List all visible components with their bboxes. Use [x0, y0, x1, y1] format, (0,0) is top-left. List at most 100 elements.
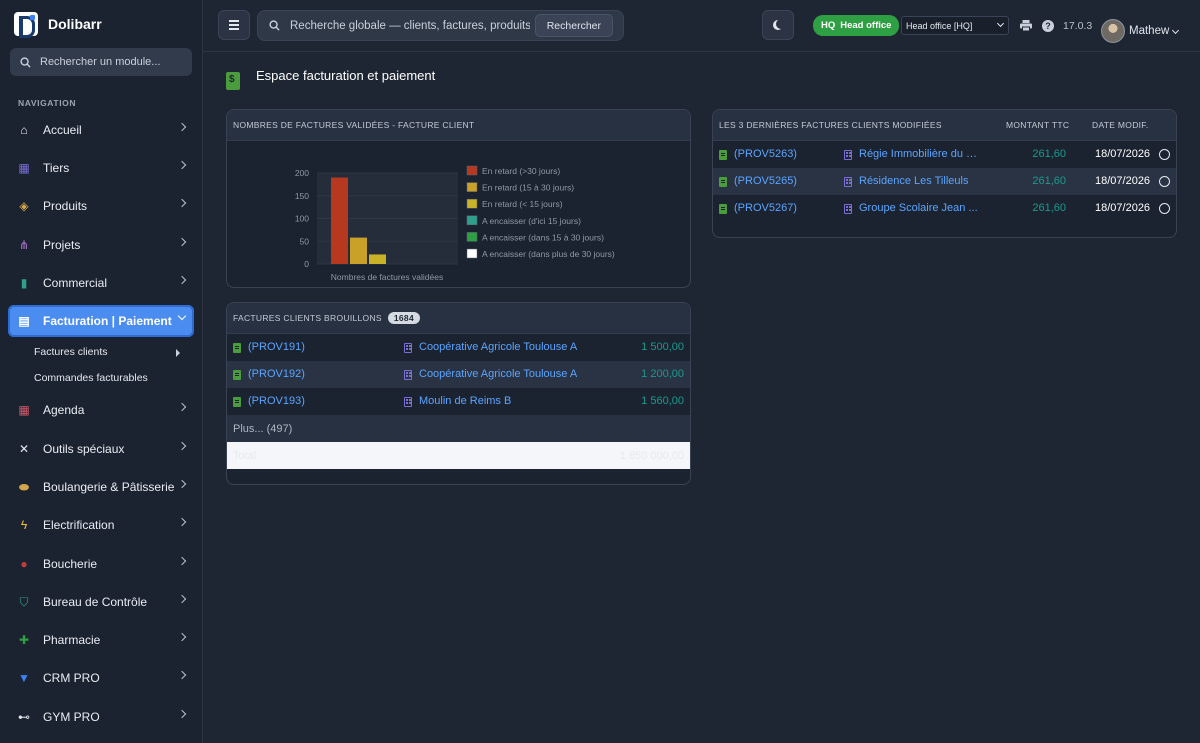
legend-label: A encaisser (dans 15 à 30 jours)	[482, 232, 604, 242]
company-link[interactable]: Régie Immobilière du P...	[859, 148, 981, 160]
legend-label: A encaisser (d'ici 15 jours)	[482, 216, 581, 226]
company-icon	[844, 177, 852, 187]
y-tick-label: 150	[295, 191, 309, 201]
chevron-right-icon	[177, 402, 187, 412]
sidebar-item-bureau-de-contr-le[interactable]: ⛉ Bureau de Contrôle	[8, 586, 194, 618]
more-drafts-link[interactable]: Plus... (497)	[227, 415, 690, 442]
menu-toggle-button[interactable]	[218, 10, 250, 40]
draft-invoices-box: FACTURES CLIENTS BROUILLONS 1684 (PROV19…	[226, 302, 691, 485]
invoice-icon	[233, 343, 241, 353]
table-row: (PROV5263) Régie Immobilière du P... 261,6…	[713, 141, 1176, 168]
invoice-ref-link[interactable]: (PROV5263)	[734, 148, 797, 160]
company-icon	[404, 370, 412, 380]
last-invoices-title: LES 3 DERNIÈRES FACTURES CLIENTS MODIFIÉ…	[719, 120, 942, 130]
sidebar-item-electrification[interactable]: ϟ Electrification	[8, 509, 194, 541]
sidebar-item-outils-sp-ciaux[interactable]: ✕ Outils spéciaux	[8, 433, 194, 465]
module-search-input[interactable]	[40, 56, 180, 68]
shield-icon: ⛉	[19, 594, 29, 609]
user-menu-chevron-icon[interactable]	[1171, 26, 1180, 35]
amount-value: 261,60	[1032, 148, 1066, 160]
entity-select-value: Head office [HQ]	[906, 20, 973, 31]
invoice-ref-link[interactable]: (PROV5265)	[734, 175, 797, 187]
dumbbell-icon: ⊷	[18, 710, 30, 724]
date-value: 18/07/2026	[1095, 175, 1151, 187]
entity-badge[interactable]: HQ Head office	[813, 15, 900, 36]
sidebar-item-commercial[interactable]: ▮ Commercial	[8, 267, 194, 299]
sidebar-item-agenda[interactable]: ▦ Agenda	[8, 394, 194, 426]
company-link[interactable]: Coopérative Agricole Toulouse A	[419, 368, 577, 380]
amount-value: 1 500,00	[641, 341, 684, 353]
legend-swatch	[466, 215, 478, 226]
sidebar-item-label: Accueil	[43, 123, 82, 137]
global-search[interactable]: Rechercher	[257, 10, 624, 41]
total-amount: 1 850 000,00	[619, 449, 684, 462]
draft-invoices-header: FACTURES CLIENTS BROUILLONS 1684	[227, 303, 690, 334]
status-draft-icon	[1159, 203, 1170, 214]
sidebar-item-pharmacie[interactable]: ✚ Pharmacie	[8, 624, 194, 656]
company-link[interactable]: Résidence Les Tilleuls	[859, 175, 981, 187]
invoice-ref-link[interactable]: (PROV193)	[248, 395, 305, 407]
invoice-ref-link[interactable]: (PROV192)	[248, 368, 305, 380]
invoice-icon	[719, 177, 727, 187]
sidebar-item-label: Boulangerie & Pâtisserie	[43, 480, 175, 494]
global-search-button[interactable]: Rechercher	[534, 14, 613, 37]
bolt-icon: ϟ	[20, 518, 28, 532]
y-tick-label: 200	[295, 168, 309, 178]
sub-item-factures-clients[interactable]: Factures clients	[34, 346, 108, 358]
app-version: 17.0.3	[1063, 20, 1093, 32]
company-link[interactable]: Coopérative Agricole Toulouse A	[419, 341, 577, 353]
total-row: Total 1 850 000,00	[227, 442, 690, 469]
sidebar-item-produits[interactable]: ◈ Produits	[8, 190, 194, 222]
chevron-right-icon	[177, 517, 187, 527]
user-name[interactable]: Mathew	[1129, 25, 1169, 37]
help-icon[interactable]: ?	[1042, 20, 1054, 32]
search-icon	[269, 20, 280, 31]
invoice-icon	[226, 72, 240, 90]
sidebar-item-tiers[interactable]: ▦ Tiers	[8, 152, 194, 184]
invoice-icon	[233, 370, 241, 380]
building-icon: ▦	[18, 161, 30, 175]
company-link[interactable]: Groupe Scolaire Jean ...	[859, 202, 981, 214]
avatar[interactable]	[1101, 19, 1125, 43]
company-link[interactable]: Moulin de Reims B	[419, 395, 511, 407]
amount-value: 261,60	[1032, 175, 1066, 187]
sidebar-item-crm-pro[interactable]: ▼ CRM PRO	[8, 662, 194, 694]
sidebar-item-boucherie[interactable]: ● Boucherie	[8, 548, 194, 580]
app-logo[interactable]: Dolibarr	[14, 12, 102, 38]
draft-count-badge: 1684	[387, 312, 420, 324]
dark-mode-toggle-moon-icon[interactable]	[762, 10, 794, 40]
sub-item-commandes-facturables[interactable]: Commandes facturables	[34, 372, 148, 384]
sidebar-item-label: Projets	[43, 238, 81, 252]
invoice-ref-link[interactable]: (PROV5267)	[734, 202, 797, 214]
home-icon: ⌂	[20, 123, 28, 137]
y-tick-label: 50	[300, 236, 310, 246]
invoice-icon: ▤	[18, 314, 30, 328]
sidebar-item-label: Tiers	[43, 161, 70, 175]
sidebar-item-label: Produits	[43, 199, 88, 213]
global-search-input[interactable]	[290, 19, 530, 32]
sidebar-item-label: Facturation | Paiement	[43, 314, 172, 328]
last-invoices-header: LES 3 DERNIÈRES FACTURES CLIENTS MODIFIÉ…	[713, 110, 1176, 141]
company-icon	[844, 150, 852, 160]
sidebar-item-boulangerie-p-tisserie[interactable]: ⬬ Boulangerie & Pâtisserie	[8, 471, 194, 503]
menu-icon-line	[229, 20, 239, 22]
print-icon[interactable]	[1020, 20, 1032, 31]
sidebar-item-label: Agenda	[43, 403, 85, 417]
box-icon: ◈	[19, 199, 29, 213]
sidebar-item-gym-pro[interactable]: ⊷ GYM PRO	[8, 701, 194, 733]
entity-select[interactable]: Head office [HQ]	[901, 16, 1009, 35]
sidebar-item-facturation-paiement[interactable]: ▤ Facturation | Paiement	[8, 305, 194, 337]
dolibarr-logo-icon	[14, 12, 38, 38]
calendar-icon: ▦	[18, 403, 30, 417]
entity-badge-code: HQ	[821, 20, 836, 31]
tools-icon: ✕	[18, 442, 30, 456]
company-icon	[404, 397, 412, 407]
chevron-down-icon	[996, 19, 1005, 28]
invoice-ref-link[interactable]: (PROV191)	[248, 341, 305, 353]
sidebar-item-projets[interactable]: ⋔ Projets	[8, 229, 194, 261]
sidebar-item-accueil[interactable]: ⌂ Accueil	[8, 114, 194, 146]
date-value: 18/07/2026	[1095, 148, 1151, 160]
module-search[interactable]	[10, 48, 192, 76]
chevron-right-icon	[177, 479, 187, 489]
sidebar-item-label: CRM PRO	[43, 671, 100, 685]
